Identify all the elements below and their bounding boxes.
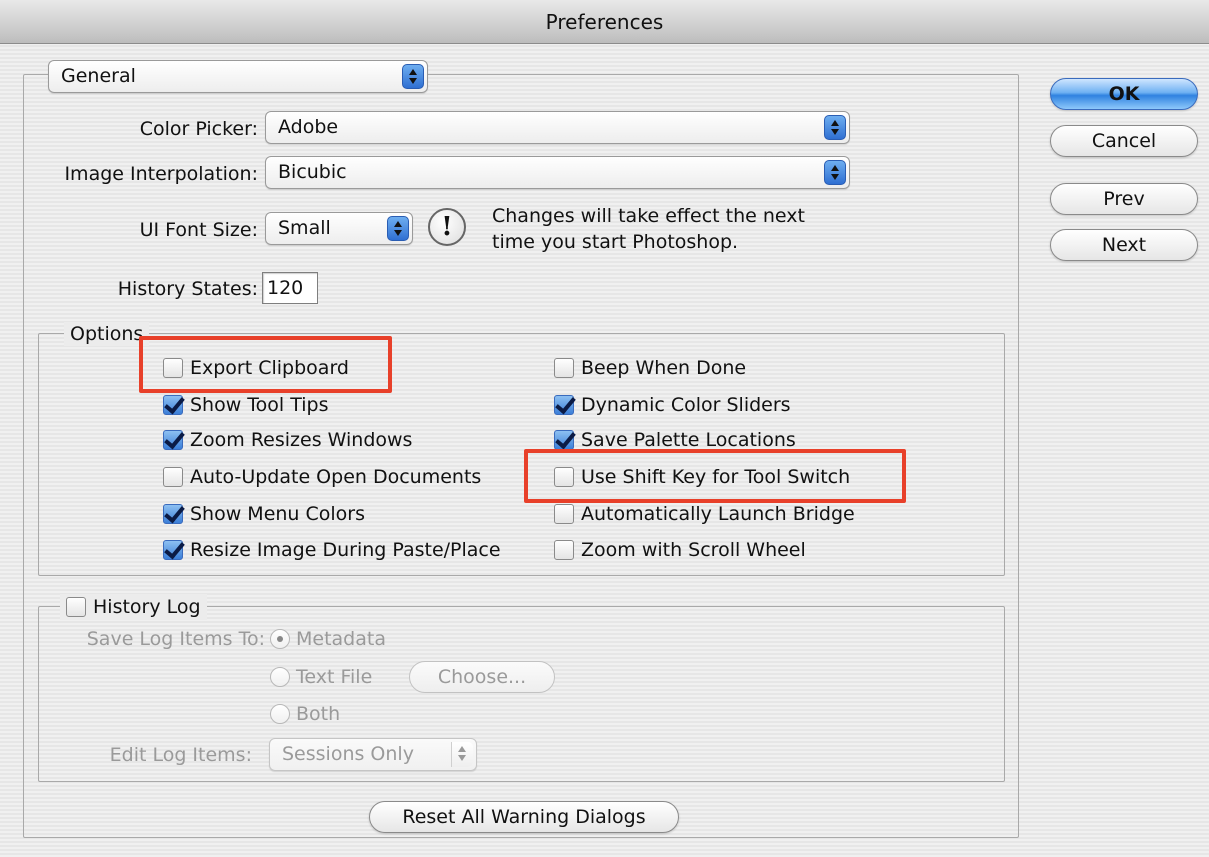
history-states-input[interactable]: 120 — [262, 272, 318, 304]
highlight-export-clipboard — [139, 336, 392, 393]
edit-log-items-popup[interactable]: Sessions Only — [269, 738, 477, 771]
option-show-menu-colors[interactable]: Show Menu Colors — [163, 499, 365, 529]
option-zoom-with-scroll-wheel[interactable]: Zoom with Scroll Wheel — [554, 535, 806, 565]
ok-button[interactable]: OK — [1050, 78, 1198, 110]
option-label: Dynamic Color Sliders — [581, 394, 791, 416]
option-resize-image-during-paste[interactable]: Resize Image During Paste/Place — [163, 535, 501, 565]
option-label: Auto-Update Open Documents — [190, 466, 482, 488]
popup-arrows-icon — [402, 64, 424, 89]
checkbox[interactable] — [554, 504, 574, 524]
history-log-toggle[interactable]: History Log — [60, 594, 207, 620]
checkbox[interactable] — [163, 540, 183, 560]
option-label: Show Menu Colors — [190, 503, 366, 525]
ui-font-size-value: Small — [278, 217, 331, 239]
option-label: Zoom Resizes Windows — [190, 429, 413, 451]
radio-both[interactable]: Both — [270, 699, 340, 729]
image-interpolation-label: Image Interpolation: — [64, 163, 258, 185]
radio-button[interactable] — [270, 629, 290, 649]
exclamation-icon: ! — [428, 208, 466, 246]
section-popup[interactable]: General — [48, 60, 428, 93]
option-show-tool-tips[interactable]: Show Tool Tips — [163, 390, 329, 420]
ui-font-size-label: UI Font Size: — [139, 219, 258, 241]
checkbox[interactable] — [163, 395, 183, 415]
option-automatically-launch-bridge[interactable]: Automatically Launch Bridge — [554, 499, 855, 529]
option-dynamic-color-sliders[interactable]: Dynamic Color Sliders — [554, 390, 791, 420]
highlight-use-shift-key — [524, 449, 906, 503]
edit-log-items-value: Sessions Only — [282, 743, 414, 765]
image-interpolation-popup[interactable]: Bicubic — [265, 156, 850, 189]
option-zoom-resizes-windows[interactable]: Zoom Resizes Windows — [163, 425, 412, 455]
radio-label: Both — [296, 703, 341, 725]
font-note-line1: Changes will take effect the next — [492, 205, 805, 227]
reset-warning-dialogs-button[interactable]: Reset All Warning Dialogs — [369, 801, 679, 833]
popup-arrows-icon — [451, 742, 473, 767]
checkbox[interactable] — [554, 358, 574, 378]
option-beep-when-done[interactable]: Beep When Done — [554, 353, 746, 383]
image-interpolation-value: Bicubic — [278, 161, 347, 183]
cancel-button[interactable]: Cancel — [1050, 125, 1198, 157]
popup-arrows-icon — [387, 216, 409, 241]
window-title: Preferences — [545, 10, 664, 34]
radio-button[interactable] — [270, 667, 290, 687]
option-label: Automatically Launch Bridge — [581, 503, 855, 525]
prev-button[interactable]: Prev — [1050, 183, 1198, 215]
color-picker-label: Color Picker: — [139, 118, 258, 140]
checkbox[interactable] — [163, 504, 183, 524]
radio-label: Metadata — [296, 628, 386, 650]
option-label: Resize Image During Paste/Place — [190, 539, 501, 561]
options-title: Options — [64, 322, 150, 346]
checkbox[interactable] — [554, 395, 574, 415]
color-picker-popup[interactable]: Adobe — [265, 111, 850, 144]
radio-text-file[interactable]: Text File — [270, 662, 372, 692]
ui-font-size-popup[interactable]: Small — [265, 212, 413, 245]
radio-label: Text File — [296, 666, 373, 688]
next-button[interactable]: Next — [1050, 229, 1198, 261]
history-states-label: History States: — [117, 278, 258, 300]
edit-log-items-label: Edit Log Items: — [109, 744, 252, 766]
font-note-line2: time you start Photoshop. — [492, 231, 739, 253]
checkbox[interactable] — [554, 430, 574, 450]
color-picker-value: Adobe — [278, 116, 339, 138]
option-label: Zoom with Scroll Wheel — [581, 539, 806, 561]
window-title-bar: Preferences — [0, 0, 1209, 44]
section-popup-value: General — [61, 65, 136, 87]
history-log-title: History Log — [93, 596, 201, 618]
option-label: Beep When Done — [581, 357, 747, 379]
choose-button[interactable]: Choose... — [409, 661, 555, 693]
checkbox[interactable] — [163, 430, 183, 450]
checkbox[interactable] — [163, 467, 183, 487]
option-auto-update-open-documents[interactable]: Auto-Update Open Documents — [163, 462, 481, 492]
radio-metadata[interactable]: Metadata — [270, 624, 386, 654]
checkbox[interactable] — [554, 540, 574, 560]
option-label: Save Palette Locations — [581, 429, 796, 451]
radio-button[interactable] — [270, 704, 290, 724]
checkbox[interactable] — [66, 597, 86, 617]
save-log-items-label: Save Log Items To: — [86, 628, 265, 650]
popup-arrows-icon — [824, 160, 846, 185]
option-label: Show Tool Tips — [190, 394, 329, 416]
popup-arrows-icon — [824, 115, 846, 140]
